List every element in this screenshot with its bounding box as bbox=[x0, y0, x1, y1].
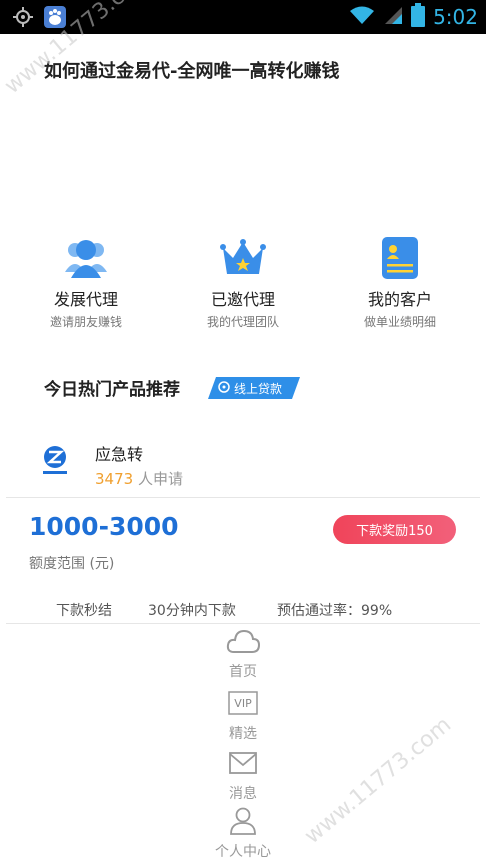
action-label: 已邀代理 bbox=[210, 290, 275, 309]
mail-icon bbox=[229, 752, 257, 778]
page-title: 如何通过金易代-全网唯一高转化赚钱 bbox=[44, 61, 340, 82]
headset-icon bbox=[218, 381, 230, 396]
feature-payout-time: 30分钟内下款 bbox=[148, 603, 236, 619]
nav-label: 精选 bbox=[229, 726, 257, 742]
action-label: 发展代理 bbox=[53, 290, 118, 309]
action-my-customers[interactable]: 我的客户 做单业绩明细 bbox=[320, 237, 480, 330]
apply-count: 3473 人申请 bbox=[95, 468, 183, 489]
action-invited-agents[interactable]: 已邀代理 我的代理团队 bbox=[163, 238, 323, 330]
battery-icon bbox=[411, 3, 426, 31]
apply-count-suffix: 人申请 bbox=[133, 470, 183, 488]
apply-count-number: 3473 bbox=[95, 470, 134, 488]
wifi-icon bbox=[349, 5, 375, 29]
action-sublabel: 邀请朋友赚钱 bbox=[49, 315, 122, 329]
nav-label: 首页 bbox=[229, 664, 257, 680]
product-logo bbox=[38, 443, 72, 477]
users-icon bbox=[65, 238, 107, 282]
baidu-app-icon bbox=[44, 6, 66, 32]
svg-text:VIP: VIP bbox=[234, 697, 252, 710]
nav-featured[interactable]: VIP 精选 bbox=[193, 691, 293, 743]
action-develop-agent[interactable]: 发展代理 邀请朋友赚钱 bbox=[6, 238, 166, 330]
action-sublabel: 我的代理团队 bbox=[206, 315, 279, 329]
online-loan-badge[interactable]: 线上贷款 bbox=[208, 377, 300, 399]
reward-badge: 下款奖励150 bbox=[333, 515, 456, 544]
gps-icon bbox=[12, 6, 34, 32]
action-label: 我的客户 bbox=[367, 290, 432, 309]
feature-pass-rate: 预估通过率：99% bbox=[277, 603, 393, 619]
action-sublabel: 做单业绩明细 bbox=[363, 315, 436, 329]
product-name[interactable]: 应急转 bbox=[95, 441, 143, 465]
crown-icon bbox=[220, 238, 266, 282]
nav-profile[interactable]: 个人中心 bbox=[193, 807, 293, 861]
badge-label: 线上贷款 bbox=[234, 381, 283, 396]
section-title: 今日热门产品推荐 bbox=[44, 380, 180, 400]
nav-messages[interactable]: 消息 bbox=[193, 752, 293, 803]
signal-icon bbox=[383, 5, 403, 29]
nav-home[interactable]: 首页 bbox=[193, 628, 293, 681]
person-icon bbox=[230, 807, 256, 839]
clock: 5:02 bbox=[433, 5, 478, 29]
contact-card-icon bbox=[382, 237, 418, 283]
watermark: www.11773.com bbox=[300, 712, 457, 850]
nav-label: 个人中心 bbox=[215, 844, 271, 860]
amount-range-label: 额度范围 (元) bbox=[29, 556, 115, 572]
divider bbox=[6, 497, 480, 498]
status-bar: 5:02 bbox=[0, 0, 486, 34]
divider bbox=[6, 623, 480, 624]
cloud-icon bbox=[226, 628, 261, 658]
amount-range: 1000-3000 bbox=[29, 512, 179, 541]
quick-actions: 发展代理 邀请朋友赚钱 已邀代理 我的代理团队 我的客户 做单业绩明细 bbox=[0, 237, 486, 338]
nav-label: 消息 bbox=[229, 786, 257, 802]
vip-icon: VIP bbox=[228, 691, 258, 719]
feature-fast-payout: 下款秒结 bbox=[56, 603, 112, 619]
